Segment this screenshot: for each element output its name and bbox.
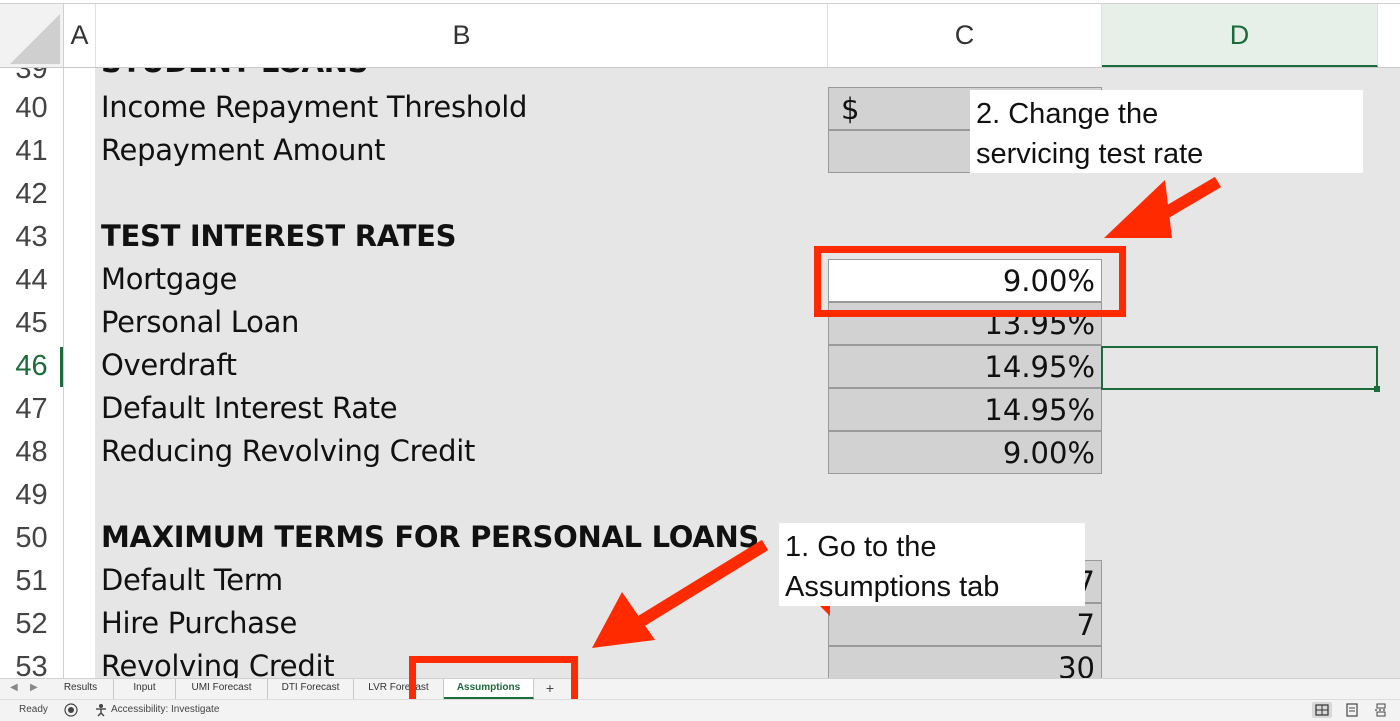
column-header-c[interactable]: C <box>828 4 1102 67</box>
sheet-tab-input[interactable]: Input <box>114 679 176 699</box>
annotation-step-2-line-1: 2. Change the <box>976 98 1159 130</box>
row-header-52[interactable]: 52 <box>0 603 63 646</box>
label-student-loans[interactable]: STUDENT LOANS <box>101 68 369 79</box>
label-reducing-revolving-credit[interactable]: Reducing Revolving Credit <box>101 434 475 468</box>
normal-view-icon[interactable] <box>1312 702 1332 718</box>
label-personal-loan[interactable]: Personal Loan <box>101 305 299 339</box>
row-header-42[interactable]: 42 <box>0 173 63 216</box>
highlight-mortgage-cell <box>814 246 1126 317</box>
annotation-step-1: 1. Go to the Assumptions tab <box>779 523 1085 606</box>
annotation-step-1-line-2: Assumptions tab <box>785 571 1000 603</box>
select-all-corner[interactable] <box>0 4 64 67</box>
row-header-51[interactable]: 51 <box>0 560 63 603</box>
row-header-column: 39 40 41 42 43 44 45 46 47 48 49 50 51 5… <box>0 68 64 678</box>
annotation-step-2-line-2: servicing test rate <box>976 138 1204 170</box>
sheet-tab-results[interactable]: Results <box>48 679 114 699</box>
status-bar: Ready Accessibility: Investigate <box>0 699 1400 721</box>
label-repayment-amount[interactable]: Repayment Amount <box>101 133 386 167</box>
select-all-triangle-icon <box>10 14 60 64</box>
row-header-49[interactable]: 49 <box>0 474 63 517</box>
record-macro-icon[interactable] <box>64 703 78 717</box>
accessibility-icon[interactable] <box>94 703 108 717</box>
tab-scroll-right-icon[interactable]: ▶ <box>30 682 38 693</box>
column-header-bar: A B C D <box>0 4 1400 68</box>
row-header-44[interactable]: 44 <box>0 259 63 302</box>
label-overdraft[interactable]: Overdraft <box>101 348 237 382</box>
annotation-step-2: 2. Change the servicing test rate <box>970 90 1363 173</box>
fill-handle[interactable] <box>1374 386 1380 392</box>
label-mortgage[interactable]: Mortgage <box>101 262 237 296</box>
cell-overdraft-rate[interactable]: 14.95% <box>828 345 1102 388</box>
row-header-48[interactable]: 48 <box>0 431 63 474</box>
label-default-term[interactable]: Default Term <box>101 563 283 597</box>
sheet-tab-dti-forecast[interactable]: DTI Forecast <box>268 679 354 699</box>
selected-cell-d46[interactable] <box>1101 346 1378 390</box>
label-income-repayment-threshold[interactable]: Income Repayment Threshold <box>101 90 527 124</box>
status-ready: Ready <box>19 704 48 715</box>
cell-revolving-credit-term[interactable]: 30 <box>828 646 1102 678</box>
label-default-interest-rate[interactable]: Default Interest Rate <box>101 391 398 425</box>
cell-default-interest-rate[interactable]: 14.95% <box>828 388 1102 431</box>
label-maximum-terms[interactable]: MAXIMUM TERMS FOR PERSONAL LOANS <box>101 520 759 554</box>
cell-reducing-revolving-credit-rate[interactable]: 9.00% <box>828 431 1102 474</box>
page-layout-view-icon[interactable] <box>1346 703 1358 717</box>
page-break-view-icon[interactable] <box>1374 703 1388 717</box>
column-header-b[interactable]: B <box>96 4 828 67</box>
annotation-step-1-line-1: 1. Go to the <box>785 531 937 563</box>
row-header-41[interactable]: 41 <box>0 130 63 173</box>
active-row-marker <box>60 347 63 387</box>
row-header-50[interactable]: 50 <box>0 517 63 560</box>
row-header-43[interactable]: 43 <box>0 216 63 259</box>
label-revolving-credit[interactable]: Revolving Credit <box>101 649 335 678</box>
cell-hire-purchase-term[interactable]: 7 <box>828 603 1102 646</box>
column-header-d[interactable]: D <box>1102 4 1378 67</box>
row-header-40[interactable]: 40 <box>0 87 63 130</box>
label-test-interest-rates[interactable]: TEST INTEREST RATES <box>101 219 457 253</box>
row-header-53[interactable]: 53 <box>0 646 63 678</box>
sheet-tab-umi-forecast[interactable]: UMI Forecast <box>176 679 268 699</box>
sheet-tab-bar: ◀ ▶ Results Input UMI Forecast DTI Forec… <box>0 678 1400 699</box>
status-accessibility[interactable]: Accessibility: Investigate <box>111 704 219 715</box>
row-header-45[interactable]: 45 <box>0 302 63 345</box>
column-header-a[interactable]: A <box>64 4 96 67</box>
tab-scroll-left-icon[interactable]: ◀ <box>10 682 18 693</box>
row-header-47[interactable]: 47 <box>0 388 63 431</box>
spreadsheet-grid: 39 40 41 42 43 44 45 46 47 48 49 50 51 5… <box>0 68 1400 678</box>
row-header-46[interactable]: 46 <box>0 345 63 388</box>
label-hire-purchase[interactable]: Hire Purchase <box>101 606 297 640</box>
